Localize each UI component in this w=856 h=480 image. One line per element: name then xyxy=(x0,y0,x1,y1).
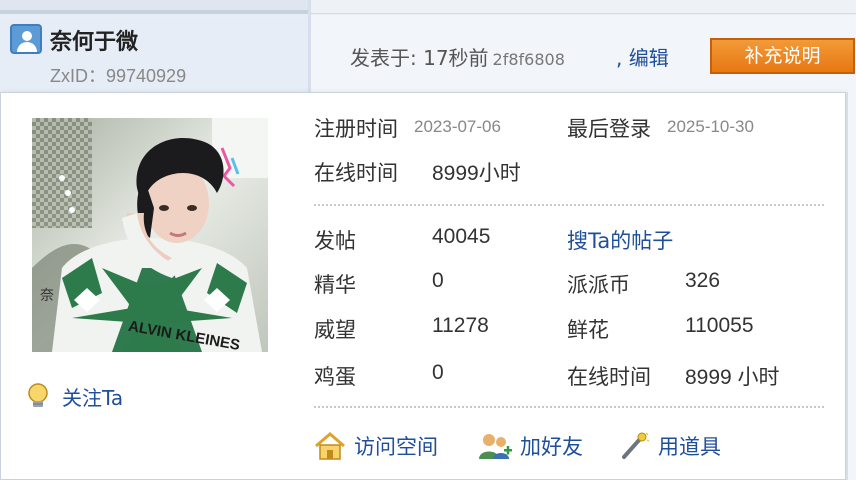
author-name[interactable]: 奈何于微 xyxy=(50,24,138,56)
lightbulb-icon xyxy=(28,383,48,407)
use-item-label: 用道具 xyxy=(658,435,721,459)
user-icon xyxy=(10,24,42,54)
prestige-label: 威望 xyxy=(314,318,356,342)
svg-text:奈: 奈 xyxy=(40,288,54,304)
add-friend-label: 加好友 xyxy=(520,435,583,459)
add-friend-icon xyxy=(479,434,512,459)
register-time-label: 注册时间 xyxy=(314,117,398,141)
online-time2-value: 8999 小时 xyxy=(685,366,780,389)
post-time: 发表于: 17秒前 xyxy=(350,46,489,70)
flowers-label: 鲜花 xyxy=(567,318,609,342)
left-top-bar xyxy=(0,0,308,14)
follow-label: 关注Ta xyxy=(62,385,124,410)
magic-wand-icon xyxy=(622,432,650,459)
digest-value: 0 xyxy=(432,269,444,292)
posts-label: 发帖 xyxy=(314,229,356,253)
supplement-button[interactable]: 补充说明 xyxy=(710,38,855,74)
eggs-value: 0 xyxy=(432,361,444,384)
divider xyxy=(314,204,824,206)
right-top-bar xyxy=(311,0,856,14)
edit-link[interactable]: , 编辑 xyxy=(616,42,669,71)
last-login-label: 最后登录 xyxy=(567,117,651,141)
register-time-value: 2023-07-06 xyxy=(414,117,501,136)
card-edge xyxy=(846,92,856,480)
visit-space-label: 访问空间 xyxy=(354,435,438,459)
digest-label: 精华 xyxy=(314,273,356,297)
search-posts-link[interactable]: 搜Ta的帖子 xyxy=(567,225,673,255)
visit-space-button[interactable]: 访问空间 xyxy=(314,430,438,462)
flowers-value: 110055 xyxy=(685,314,754,337)
add-friend-button[interactable]: 加好友 xyxy=(478,430,583,462)
follow-button[interactable]: 关注Ta xyxy=(26,382,123,410)
divider xyxy=(314,406,824,408)
user-avatar[interactable]: ALVIN KLEINES 奈 xyxy=(32,118,268,352)
post-meta: 发表于: 17秒前 2f8f6808 xyxy=(350,42,565,71)
eggs-label: 鸡蛋 xyxy=(314,365,356,389)
coins-value: 326 xyxy=(685,269,721,292)
post-hash: 2f8f6808 xyxy=(492,50,565,69)
posts-value: 40045 xyxy=(432,225,491,248)
home-icon xyxy=(315,432,345,460)
online-time-value: 8999小时 xyxy=(432,162,521,185)
coins-label: 派派币 xyxy=(567,273,630,297)
use-item-button[interactable]: 用道具 xyxy=(618,430,721,462)
author-id: ZxID：99740929 xyxy=(50,66,187,86)
online-time2-label: 在线时间 xyxy=(567,365,651,389)
last-login-value: 2025-10-30 xyxy=(667,117,754,136)
prestige-value: 11278 xyxy=(432,314,489,337)
online-time-label: 在线时间 xyxy=(314,161,398,185)
